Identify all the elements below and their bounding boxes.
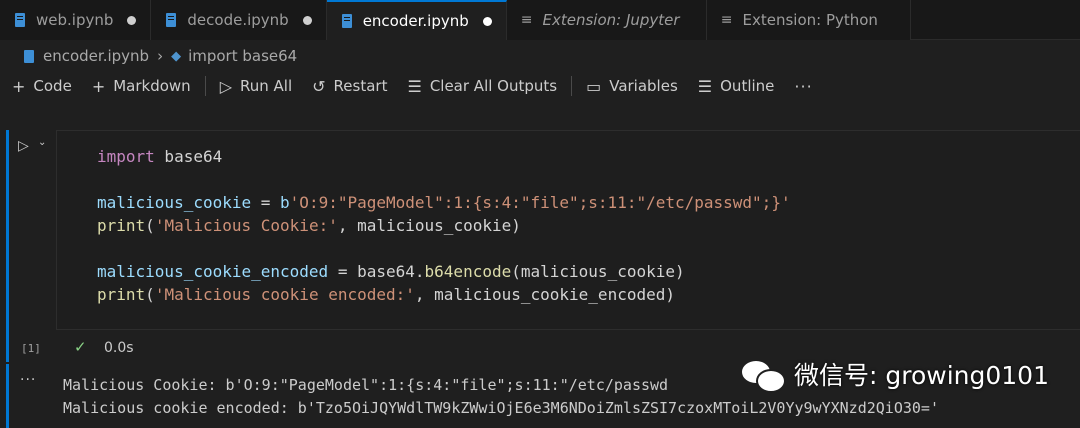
tab-label: web.ipynb [36, 11, 114, 29]
code-editor[interactable]: import base64 malicious_cookie = b'O:9:"… [56, 130, 1080, 330]
output-focus-indicator [6, 364, 9, 428]
code-token: import [97, 147, 155, 166]
notebook-icon [165, 13, 177, 27]
code-content[interactable]: import base64 malicious_cookie = b'O:9:"… [97, 145, 791, 306]
code-token: base64 [154, 147, 223, 166]
tab-web-ipynb[interactable]: web.ipynb [0, 0, 152, 40]
code-token: b64encode [424, 262, 512, 281]
extension-icon: ≡ [520, 12, 533, 28]
code-token: print [97, 216, 146, 235]
clear-all-outputs-button[interactable]: ☰ Clear All Outputs [407, 77, 557, 96]
tab-encoder-ipynb[interactable]: encoder.ipynb [326, 0, 507, 40]
run-all-label: Run All [240, 77, 293, 95]
breadcrumb-file[interactable]: encoder.ipynb [43, 47, 149, 65]
cell-focus-indicator [6, 130, 9, 362]
more-actions-button[interactable]: ··· [794, 77, 812, 96]
code-token: 'O:9:"PageModel":1:{s:4:"file";s:11:"/et… [289, 193, 791, 212]
toolbar-divider [571, 76, 573, 96]
cube-icon: ◆ [171, 48, 182, 64]
code-token: , malicious_cookie_encoded) [414, 285, 675, 304]
variables-label: Variables [609, 77, 678, 95]
clear-outputs-icon: ☰ [407, 76, 422, 96]
plus-icon: + [12, 76, 26, 96]
notebook-icon [341, 14, 353, 28]
add-markdown-cell-button[interactable]: + Markdown [92, 77, 191, 96]
tab-extension-python[interactable]: ≡ Extension: Python [706, 0, 911, 40]
notebook-icon [14, 13, 26, 27]
code-token: malicious_cookie [97, 193, 252, 212]
tab-decode-ipynb[interactable]: decode.ipynb [151, 0, 327, 40]
execution-duration: 0.0s [104, 340, 134, 356]
code-token: b [280, 193, 290, 212]
chevron-right-icon: › [157, 47, 164, 65]
editor-tab-bar: web.ipynb decode.ipynb encoder.ipynb ≡ E… [0, 0, 1080, 40]
restart-label: Restart [333, 77, 388, 95]
tab-label: Extension: Python [742, 11, 878, 29]
tab-label: Extension: Jupyter [542, 11, 680, 29]
execution-count: [1] [21, 342, 41, 355]
watermark: 微信号: growing0101 [742, 356, 1049, 393]
toolbar-divider [204, 76, 206, 96]
wechat-logo-icon [742, 357, 786, 393]
code-token: 'Malicious Cookie:' [154, 216, 338, 235]
breadcrumb: encoder.ipynb › ◆ import base64 [0, 40, 1080, 72]
add-markdown-label: Markdown [113, 77, 191, 95]
code-token: malicious_cookie_encoded [97, 262, 329, 281]
watermark-text: 微信号: growing0101 [794, 361, 1049, 390]
unsaved-dot-icon[interactable] [482, 16, 492, 26]
outline-button[interactable]: ☰ Outline [698, 77, 775, 96]
add-code-cell-button[interactable]: + Code [12, 77, 72, 96]
code-token: (malicious_cookie) [511, 262, 685, 281]
code-token: = [251, 193, 281, 212]
restart-button[interactable]: ↺ Restart [312, 77, 387, 96]
variables-icon: ▭ [586, 76, 602, 96]
notebook-icon [24, 49, 34, 63]
unsaved-dot-icon[interactable] [302, 15, 312, 25]
tab-label: decode.ipynb [187, 11, 289, 29]
code-token: = [328, 262, 358, 281]
tab-extension-jupyter[interactable]: ≡ Extension: Jupyter [506, 0, 707, 40]
code-token: 'Malicious cookie encoded:' [154, 285, 415, 304]
outline-label: Outline [720, 77, 775, 95]
variables-button[interactable]: ▭ Variables [586, 77, 678, 96]
unsaved-dot-icon[interactable] [127, 15, 137, 25]
code-cell[interactable]: ▷ ⌄ import base64 malicious_cookie = b'O… [0, 130, 1080, 362]
code-token: ( [145, 216, 155, 235]
play-icon: ▷ [219, 76, 232, 96]
output-line: Malicious cookie encoded: b'Tzo5OiJQYWdl… [63, 399, 939, 417]
run-all-button[interactable]: ▷ Run All [220, 77, 292, 96]
list-icon: ☰ [697, 76, 713, 96]
tab-label: encoder.ipynb [362, 12, 469, 30]
extension-icon: ≡ [720, 12, 733, 28]
code-token: ( [145, 285, 155, 304]
output-more-button[interactable]: ··· [20, 372, 36, 388]
check-icon: ✓ [74, 338, 87, 356]
output-line: Malicious Cookie: b'O:9:"PageModel":1:{s… [63, 376, 669, 394]
run-cell-icon[interactable]: ▷ [18, 138, 29, 154]
add-code-label: Code [33, 77, 72, 95]
chevron-down-icon[interactable]: ⌄ [38, 137, 46, 148]
code-token: print [97, 285, 146, 304]
code-token: base64. [357, 262, 425, 281]
restart-icon: ↺ [312, 76, 326, 96]
code-token: , malicious_cookie) [337, 216, 521, 235]
plus-icon: + [91, 76, 106, 96]
clear-outputs-label: Clear All Outputs [429, 77, 558, 95]
notebook-toolbar: + Code + Markdown ▷ Run All ↺ Restart ☰ … [0, 72, 1080, 100]
breadcrumb-symbol[interactable]: import base64 [188, 47, 297, 65]
